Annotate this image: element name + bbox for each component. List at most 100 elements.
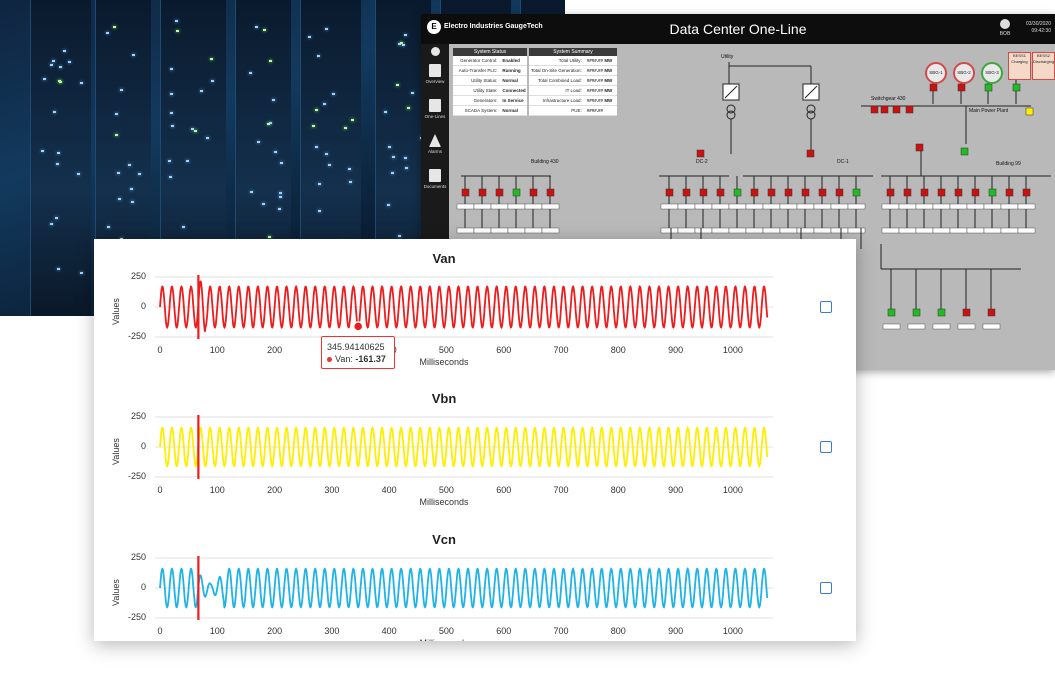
- breaker[interactable]: [696, 149, 705, 158]
- meter-tag[interactable]: [456, 227, 475, 234]
- meter-tag[interactable]: [728, 203, 747, 210]
- breaker[interactable]: [870, 105, 879, 114]
- hover-point[interactable]: [352, 321, 364, 332]
- breaker[interactable]: [1022, 188, 1031, 197]
- breaker[interactable]: [852, 188, 861, 197]
- meter-tag[interactable]: [932, 227, 951, 234]
- meter-tag[interactable]: [711, 227, 730, 234]
- meter-tag[interactable]: [745, 203, 764, 210]
- breaker[interactable]: [529, 188, 538, 197]
- breaker[interactable]: [892, 105, 901, 114]
- meter-tag[interactable]: [882, 323, 901, 330]
- meter-tag[interactable]: [982, 323, 1001, 330]
- meter-tag[interactable]: [966, 227, 985, 234]
- meter-tag[interactable]: [745, 227, 764, 234]
- breaker[interactable]: [915, 143, 924, 152]
- generator-sbg-3[interactable]: SBG-3: [981, 62, 1003, 84]
- meter-tag[interactable]: [898, 227, 917, 234]
- generator-sbg-2[interactable]: SBG-2: [953, 62, 975, 84]
- meter-tag[interactable]: [694, 203, 713, 210]
- channel-select-checkbox[interactable]: [820, 441, 832, 453]
- meter-tag[interactable]: [915, 227, 934, 234]
- breaker[interactable]: [984, 83, 993, 92]
- meter-tag[interactable]: [524, 227, 543, 234]
- breaker[interactable]: [716, 188, 725, 197]
- meter-tag[interactable]: [1000, 203, 1019, 210]
- meter-tag[interactable]: [847, 227, 866, 234]
- breaker[interactable]: [495, 188, 504, 197]
- meter-tag[interactable]: [881, 203, 900, 210]
- breaker[interactable]: [512, 188, 521, 197]
- meter-tag[interactable]: [1017, 227, 1036, 234]
- meter-tag[interactable]: [779, 227, 798, 234]
- breaker[interactable]: [818, 188, 827, 197]
- breaker[interactable]: [929, 83, 938, 92]
- meter-tag[interactable]: [779, 203, 798, 210]
- meter-tag[interactable]: [813, 227, 832, 234]
- breaker[interactable]: [546, 188, 555, 197]
- breaker[interactable]: [886, 188, 895, 197]
- breaker[interactable]: [750, 188, 759, 197]
- breaker[interactable]: [987, 308, 996, 317]
- meter-tag[interactable]: [932, 203, 951, 210]
- meter-tag[interactable]: [966, 203, 985, 210]
- bess-1[interactable]: BESS1 Charging: [1008, 52, 1031, 80]
- meter-tag[interactable]: [915, 203, 934, 210]
- waveform-plot[interactable]: [155, 552, 778, 626]
- breaker[interactable]: [971, 188, 980, 197]
- breaker[interactable]: [988, 188, 997, 197]
- meter-tag[interactable]: [1000, 227, 1019, 234]
- meter-tag[interactable]: [830, 227, 849, 234]
- breaker[interactable]: [957, 83, 966, 92]
- breaker[interactable]: [478, 188, 487, 197]
- meter-tag[interactable]: [796, 203, 815, 210]
- meter-tag[interactable]: [677, 203, 696, 210]
- meter-tag[interactable]: [677, 227, 696, 234]
- breaker[interactable]: [806, 149, 815, 158]
- breaker[interactable]: [962, 308, 971, 317]
- waveform-plot[interactable]: [155, 411, 778, 485]
- breaker[interactable]: [937, 188, 946, 197]
- meter-tag[interactable]: [456, 203, 475, 210]
- channel-select-checkbox[interactable]: [820, 582, 832, 594]
- meter-tag[interactable]: [881, 227, 900, 234]
- breaker[interactable]: [1012, 83, 1021, 92]
- meter-tag[interactable]: [949, 203, 968, 210]
- breaker[interactable]: [835, 188, 844, 197]
- meter-tag[interactable]: [983, 203, 1002, 210]
- meter-tag[interactable]: [490, 203, 509, 210]
- breaker[interactable]: [801, 188, 810, 197]
- meter-tag[interactable]: [541, 227, 560, 234]
- meter-tag[interactable]: [1017, 203, 1036, 210]
- breaker[interactable]: [903, 188, 912, 197]
- meter-tag[interactable]: [490, 227, 509, 234]
- meter-tag[interactable]: [847, 203, 866, 210]
- breaker[interactable]: [767, 188, 776, 197]
- breaker[interactable]: [682, 188, 691, 197]
- breaker[interactable]: [887, 308, 896, 317]
- breaker[interactable]: [1025, 107, 1034, 116]
- meter-tag[interactable]: [983, 227, 1002, 234]
- breaker[interactable]: [954, 188, 963, 197]
- meter-tag[interactable]: [524, 203, 543, 210]
- meter-tag[interactable]: [473, 227, 492, 234]
- breaker[interactable]: [1005, 188, 1014, 197]
- breaker[interactable]: [699, 188, 708, 197]
- meter-tag[interactable]: [762, 227, 781, 234]
- meter-tag[interactable]: [796, 227, 815, 234]
- breaker[interactable]: [937, 308, 946, 317]
- breaker[interactable]: [733, 188, 742, 197]
- meter-tag[interactable]: [898, 203, 917, 210]
- meter-tag[interactable]: [813, 203, 832, 210]
- meter-tag[interactable]: [728, 227, 747, 234]
- meter-tag[interactable]: [907, 323, 926, 330]
- meter-tag[interactable]: [507, 203, 526, 210]
- breaker[interactable]: [912, 308, 921, 317]
- meter-tag[interactable]: [949, 227, 968, 234]
- breaker[interactable]: [905, 105, 914, 114]
- meter-tag[interactable]: [541, 203, 560, 210]
- meter-tag[interactable]: [473, 203, 492, 210]
- breaker[interactable]: [784, 188, 793, 197]
- meter-tag[interactable]: [830, 203, 849, 210]
- breaker[interactable]: [960, 147, 969, 156]
